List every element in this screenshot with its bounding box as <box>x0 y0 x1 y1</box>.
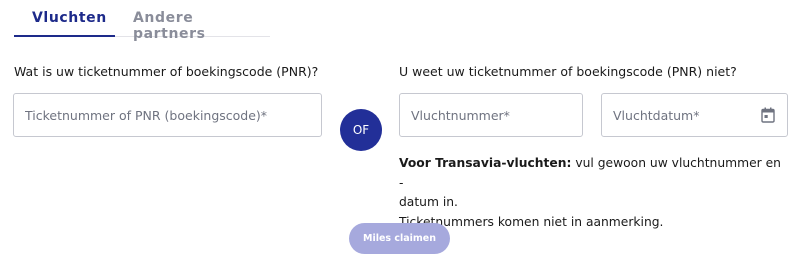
flight-date-field[interactable] <box>601 93 788 137</box>
transavia-info-line-2: datum in. <box>399 195 458 209</box>
tab-vluchten[interactable]: Vluchten <box>32 10 107 26</box>
flight-number-input[interactable] <box>400 94 582 136</box>
calendar-icon[interactable] <box>761 107 775 123</box>
ticket-field[interactable] <box>13 93 322 137</box>
ticket-input[interactable] <box>14 94 321 136</box>
transavia-info-bold: Voor Transavia-vluchten: <box>399 156 572 170</box>
miles-claimen-button[interactable]: Miles claimen <box>349 223 450 254</box>
tab-andere-partners[interactable]: Andere partners <box>133 10 270 42</box>
flight-date-input[interactable] <box>602 94 787 136</box>
active-tab-indicator <box>14 35 115 37</box>
ticket-question-label: Wat is uw ticketnummer of boekingscode (… <box>14 64 319 79</box>
transavia-info-text: Voor Transavia-vluchten: vul gewoon uw v… <box>399 154 789 232</box>
tab-bar: Vluchten Andere partners <box>14 0 270 42</box>
or-divider-badge: OF <box>340 109 382 151</box>
flight-number-field[interactable] <box>399 93 583 137</box>
unknown-ticket-question-label: U weet uw ticketnummer of boekingscode (… <box>399 64 737 79</box>
